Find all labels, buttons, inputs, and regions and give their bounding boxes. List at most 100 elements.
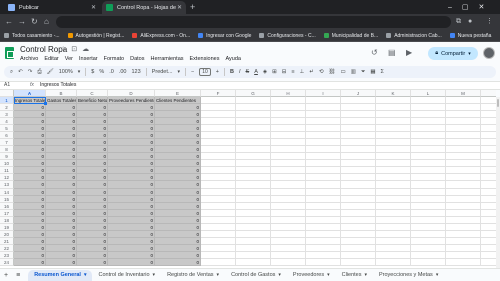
empty-cell[interactable]	[271, 202, 306, 210]
empty-cell[interactable]	[411, 237, 446, 245]
empty-cell[interactable]	[236, 118, 271, 126]
value-cell[interactable]: 0	[155, 174, 201, 182]
empty-cell[interactable]	[376, 125, 411, 133]
bookmark-item[interactable]: Configuraciones - C...	[259, 33, 316, 39]
value-cell[interactable]: 0	[46, 195, 77, 203]
value-cell[interactable]: 0	[77, 188, 108, 196]
empty-cell[interactable]	[271, 97, 306, 105]
empty-cell[interactable]	[271, 146, 306, 154]
empty-cell[interactable]	[411, 104, 446, 112]
value-cell[interactable]: 0	[108, 244, 155, 252]
empty-cell[interactable]	[201, 230, 236, 238]
value-cell[interactable]: 0	[14, 167, 46, 175]
empty-cell[interactable]	[411, 139, 446, 147]
empty-cell[interactable]	[341, 188, 376, 196]
star-icon[interactable]: ☆	[60, 45, 66, 53]
value-cell[interactable]: 0	[155, 209, 201, 217]
value-cell[interactable]: 0	[14, 188, 46, 196]
empty-cell[interactable]	[481, 97, 496, 105]
empty-cell[interactable]	[411, 111, 446, 119]
value-cell[interactable]: 0	[46, 181, 77, 189]
bookmark-item[interactable]: Todos casamiento -...	[4, 33, 60, 39]
value-cell[interactable]: 0	[14, 174, 46, 182]
value-cell[interactable]: 0	[108, 181, 155, 189]
sheet-tab-proyecciones-metas[interactable]: Proyecciones y Metas ▾	[373, 270, 444, 281]
empty-cell[interactable]	[306, 251, 341, 259]
row-header[interactable]: 24	[0, 258, 14, 266]
value-cell[interactable]: 0	[46, 230, 77, 238]
empty-cell[interactable]	[236, 237, 271, 245]
value-cell[interactable]: 0	[155, 104, 201, 112]
value-cell[interactable]: 0	[108, 174, 155, 182]
value-cell[interactable]: 0	[14, 258, 46, 266]
empty-cell[interactable]	[411, 216, 446, 224]
sheet-tab-registro-ventas[interactable]: Registro de Ventas ▾	[161, 270, 225, 281]
align-horizontal-icon[interactable]: ≡	[291, 69, 294, 75]
row-header[interactable]: 23	[0, 251, 14, 259]
row-header[interactable]: 17	[0, 209, 14, 217]
empty-cell[interactable]	[341, 97, 376, 105]
empty-cell[interactable]	[446, 174, 481, 182]
window-close-icon[interactable]: ✕	[479, 3, 485, 11]
empty-cell[interactable]	[341, 132, 376, 140]
empty-cell[interactable]	[201, 258, 236, 266]
row-header[interactable]: 12	[0, 174, 14, 182]
cloud-status-icon[interactable]: ☁	[82, 45, 89, 53]
empty-cell[interactable]	[201, 174, 236, 182]
empty-cell[interactable]	[376, 209, 411, 217]
empty-cell[interactable]	[411, 230, 446, 238]
empty-cell[interactable]	[376, 118, 411, 126]
empty-cell[interactable]	[411, 202, 446, 210]
font-size-increase-button[interactable]: +	[216, 69, 219, 75]
currency-format-button[interactable]: $	[91, 69, 94, 75]
number-format-button[interactable]: 123	[132, 69, 141, 75]
value-cell[interactable]: 0	[108, 230, 155, 238]
value-cell[interactable]: 0	[108, 202, 155, 210]
empty-cell[interactable]	[481, 111, 496, 119]
empty-cell[interactable]	[236, 216, 271, 224]
value-cell[interactable]: 0	[77, 237, 108, 245]
empty-cell[interactable]	[341, 202, 376, 210]
empty-cell[interactable]	[236, 209, 271, 217]
font-size-decrease-button[interactable]: −	[191, 69, 194, 75]
empty-cell[interactable]	[341, 174, 376, 182]
column-header-l[interactable]: L	[411, 90, 446, 97]
empty-cell[interactable]	[201, 153, 236, 161]
column-header-f[interactable]: F	[201, 90, 236, 97]
empty-cell[interactable]	[236, 258, 271, 266]
value-cell[interactable]: 0	[14, 160, 46, 168]
row-header[interactable]: 6	[0, 132, 14, 140]
empty-cell[interactable]	[271, 258, 306, 266]
empty-cell[interactable]	[411, 160, 446, 168]
value-cell[interactable]: 0	[46, 125, 77, 133]
undo-icon[interactable]: ↶	[18, 69, 23, 75]
spreadsheet-grid[interactable]: ABCDEFGHIJKLMN 1Ingresos TotalesGastos To…	[0, 90, 496, 268]
empty-cell[interactable]	[201, 160, 236, 168]
value-cell[interactable]: 0	[155, 223, 201, 231]
avatar[interactable]	[483, 47, 495, 59]
empty-cell[interactable]	[236, 111, 271, 119]
bookmark-item[interactable]: Ingresar con Google	[198, 33, 251, 39]
menu-ver[interactable]: Ver	[65, 56, 73, 62]
empty-cell[interactable]	[481, 252, 496, 259]
empty-cell[interactable]	[271, 230, 306, 238]
value-cell[interactable]: 0	[77, 104, 108, 112]
value-cell[interactable]: 0	[108, 132, 155, 140]
row-header[interactable]: 14	[0, 188, 14, 196]
empty-cell[interactable]	[201, 111, 236, 119]
value-cell[interactable]: 0	[155, 160, 201, 168]
vertical-scrollbar[interactable]	[496, 97, 500, 268]
value-cell[interactable]: 0	[155, 118, 201, 126]
value-cell[interactable]: 0	[14, 251, 46, 259]
empty-cell[interactable]	[306, 258, 341, 266]
empty-cell[interactable]	[201, 132, 236, 140]
empty-cell[interactable]	[411, 167, 446, 175]
value-cell[interactable]: 0	[14, 237, 46, 245]
empty-cell[interactable]	[376, 167, 411, 175]
empty-cell[interactable]	[271, 237, 306, 245]
empty-cell[interactable]	[376, 181, 411, 189]
empty-cell[interactable]	[271, 125, 306, 133]
empty-cell[interactable]	[341, 125, 376, 133]
empty-cell[interactable]	[341, 195, 376, 203]
empty-cell[interactable]	[446, 153, 481, 161]
